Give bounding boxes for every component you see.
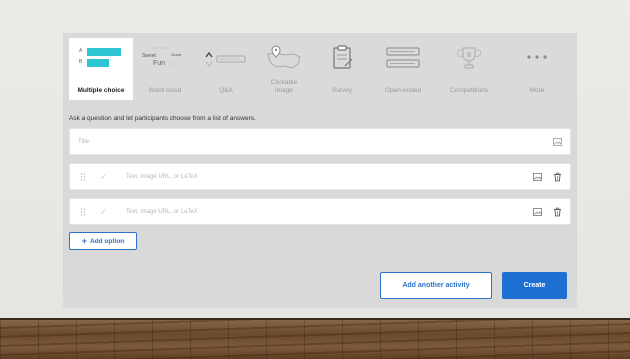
option-row: ✓ Text, image URL, or LaTeX bbox=[69, 198, 571, 225]
create-button[interactable]: Create bbox=[502, 272, 567, 299]
image-icon[interactable] bbox=[533, 172, 542, 181]
activity-type-tabs: A B Multiple choice Awesome Sweet Great … bbox=[69, 38, 571, 100]
tab-competitions[interactable]: Competitions bbox=[435, 38, 503, 100]
tab-multiple-choice[interactable]: A B Multiple choice bbox=[69, 38, 133, 100]
tab-more[interactable]: More bbox=[503, 38, 571, 100]
more-icon bbox=[527, 55, 547, 59]
word-cloud-icon: Awesome Sweet Great Fun Cool bbox=[142, 45, 182, 67]
activity-hint: Ask a question and let participants choo… bbox=[69, 115, 256, 122]
trash-icon[interactable] bbox=[553, 207, 562, 216]
add-option-button[interactable]: + Add option bbox=[69, 232, 137, 250]
text-lines-icon bbox=[386, 47, 420, 68]
drag-handle-icon[interactable] bbox=[80, 172, 86, 181]
floor-edge bbox=[0, 318, 630, 320]
add-another-activity-button[interactable]: Add another activity bbox=[380, 272, 492, 299]
tab-qa[interactable]: Q&A bbox=[197, 38, 255, 100]
option-row: ✓ Text, image URL, or LaTeX bbox=[69, 163, 571, 190]
title-field[interactable]: Title bbox=[69, 128, 571, 155]
correct-answer-check-icon[interactable]: ✓ bbox=[100, 172, 107, 181]
add-option-label: Add option bbox=[89, 237, 125, 245]
activity-editor: A B Multiple choice Awesome Sweet Great … bbox=[63, 33, 577, 308]
plus-icon: + bbox=[81, 235, 87, 246]
correct-answer-check-icon[interactable]: ✓ bbox=[100, 207, 107, 216]
tab-survey[interactable]: Survey bbox=[313, 38, 371, 100]
tab-word-cloud[interactable]: Awesome Sweet Great Fun Cool Word cloud bbox=[133, 38, 197, 100]
multiple-choice-icon: A B bbox=[79, 47, 123, 73]
tab-clickable-image[interactable]: Clickable image bbox=[255, 38, 313, 100]
image-icon[interactable] bbox=[533, 207, 542, 216]
map-pin-icon bbox=[267, 45, 301, 69]
option-placeholder: Text, image URL, or LaTeX bbox=[126, 208, 198, 215]
qa-icon bbox=[205, 51, 246, 67]
drag-handle-icon[interactable] bbox=[80, 207, 86, 216]
image-icon[interactable] bbox=[553, 137, 562, 146]
wood-floor bbox=[0, 318, 630, 359]
clipboard-icon bbox=[333, 45, 353, 69]
option-placeholder: Text, image URL, or LaTeX bbox=[126, 173, 198, 180]
trophy-icon bbox=[456, 47, 482, 69]
trash-icon[interactable] bbox=[553, 172, 562, 181]
tab-open-ended[interactable]: Open-ended bbox=[371, 38, 435, 100]
title-placeholder: Title bbox=[78, 138, 90, 145]
